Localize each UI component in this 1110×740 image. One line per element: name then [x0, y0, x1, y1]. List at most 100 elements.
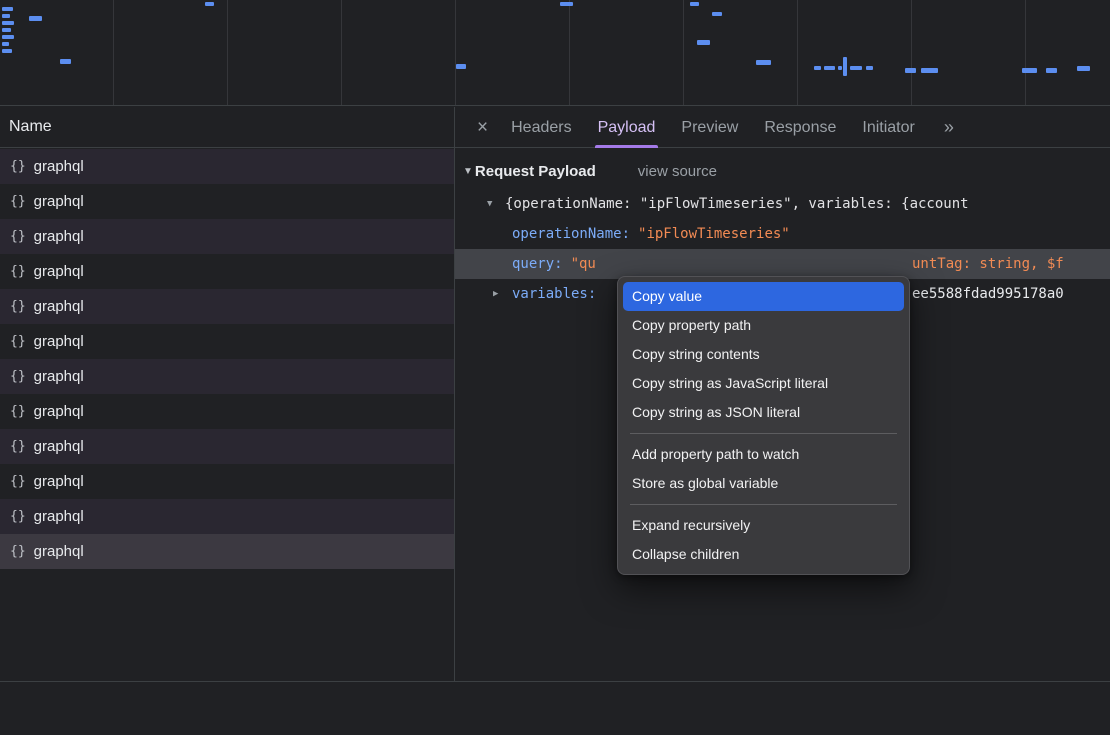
payload-summary-text: {operationName: "ipFlowTimeseries", vari… — [505, 196, 969, 212]
network-overview-timeline[interactable] — [0, 0, 1110, 106]
request-name: graphql — [34, 158, 84, 175]
collapsed-triangle-icon[interactable]: ▶ — [493, 279, 498, 309]
request-row[interactable]: {} graphql — [0, 254, 454, 289]
payload-row-operation-name[interactable]: operationName: "ipFlowTimeseries" — [455, 219, 1110, 249]
timeline-activity-bar — [814, 66, 821, 70]
menu-item-add-property-path-to-watch[interactable]: Add property path to watch — [623, 440, 904, 469]
timeline-activity-bar — [690, 2, 699, 6]
payload-root-row[interactable]: ▼ {operationName: "ipFlowTimeseries", va… — [455, 189, 1110, 219]
json-braces-icon: {} — [10, 159, 26, 174]
property-key: operationName: — [512, 226, 630, 242]
request-row[interactable]: {} graphql — [0, 359, 454, 394]
request-row[interactable]: {} graphql — [0, 464, 454, 499]
request-row[interactable]: {} graphql — [0, 534, 454, 569]
json-braces-icon: {} — [10, 229, 26, 244]
request-row[interactable]: {} graphql — [0, 149, 454, 184]
timeline-activity-bar — [2, 7, 13, 11]
request-row[interactable]: {} graphql — [0, 219, 454, 254]
tab-response[interactable]: Response — [764, 107, 836, 148]
request-row[interactable]: {} graphql — [0, 289, 454, 324]
timeline-activity-bar — [921, 68, 938, 73]
timeline-activity-bar — [2, 28, 11, 32]
tab-payload[interactable]: Payload — [598, 107, 656, 148]
menu-separator — [630, 433, 897, 434]
request-name: graphql — [34, 543, 84, 560]
timeline-activity-bar — [2, 49, 12, 53]
timeline-activity-bar — [205, 2, 214, 6]
request-row[interactable]: {}graphql — [0, 394, 454, 429]
request-name: graphql — [34, 333, 84, 350]
json-braces-icon: {} — [10, 474, 26, 489]
timeline-activity-bar — [1022, 68, 1037, 73]
timeline-activity-bar — [60, 59, 71, 64]
close-icon[interactable]: × — [477, 107, 488, 148]
timeline-activity-bar — [850, 66, 862, 70]
request-name: graphql — [34, 193, 84, 210]
json-braces-icon: {} — [10, 369, 26, 384]
section-title[interactable]: Request Payload — [475, 163, 596, 180]
detail-tabs-bar: × Headers Payload Preview Response Initiator… — [455, 107, 1110, 148]
json-braces-icon: {} — [10, 544, 26, 559]
timeline-activity-bar — [2, 14, 10, 18]
tab-headers[interactable]: Headers — [511, 107, 571, 148]
timeline-activity-bar — [843, 57, 847, 76]
json-braces-icon: {} — [10, 439, 26, 454]
request-name: graphql — [34, 263, 84, 280]
expanded-triangle-icon[interactable]: ▼ — [487, 189, 492, 219]
pane-divider[interactable] — [454, 107, 455, 735]
request-row[interactable]: {} graphql — [0, 429, 454, 464]
timeline-activity-bar — [2, 21, 14, 25]
property-value-continued: ee5588fdad995178a0 — [912, 279, 1064, 309]
timeline-activity-bar — [756, 60, 771, 65]
timeline-activity-bar — [697, 40, 710, 45]
property-value: "ipFlowTimeseries" — [638, 226, 790, 242]
json-braces-icon: {} — [10, 194, 26, 209]
name-column-label: Name — [9, 118, 52, 136]
menu-item-copy-string-as-javascript-literal[interactable]: Copy string as JavaScript literal — [623, 369, 904, 398]
json-braces-icon: {} — [10, 264, 26, 279]
name-column-header[interactable]: Name — [0, 107, 454, 148]
timeline-activity-bar — [1046, 68, 1057, 73]
devtools-network-panel: Name × Headers Payload Preview Response Init… — [0, 0, 1110, 740]
menu-separator — [630, 504, 897, 505]
menu-item-copy-value[interactable]: Copy value — [623, 282, 904, 311]
timeline-activity-bar — [2, 35, 14, 39]
request-name: graphql — [34, 438, 84, 455]
property-key: query: — [512, 256, 563, 272]
request-row[interactable]: {} graphql — [0, 324, 454, 359]
menu-item-copy-string-contents[interactable]: Copy string contents — [623, 340, 904, 369]
request-payload-section-header: ▼ Request Payload view source — [455, 149, 1110, 185]
property-value: "qu — [571, 256, 596, 272]
request-row[interactable]: {}graphql — [0, 499, 454, 534]
timeline-activity-bar — [560, 2, 573, 6]
menu-item-copy-string-as-json-literal[interactable]: Copy string as JSON literal — [623, 398, 904, 427]
request-row[interactable]: {} graphql — [0, 184, 454, 219]
timeline-activity-bar — [905, 68, 916, 73]
request-name: graphql — [34, 403, 84, 420]
tabs-container: Headers Payload Preview Response Initiator — [498, 107, 928, 148]
view-source-link[interactable]: view source — [638, 163, 717, 180]
timeline-activity-bar — [824, 66, 835, 70]
page-edge — [0, 735, 1110, 740]
menu-item-copy-property-path[interactable]: Copy property path — [623, 311, 904, 340]
menu-item-collapse-children[interactable]: Collapse children — [623, 540, 904, 569]
payload-row-query[interactable]: query: "qu untTag: string, $f — [455, 249, 1110, 279]
json-braces-icon: {} — [10, 299, 26, 314]
tab-preview[interactable]: Preview — [681, 107, 738, 148]
request-name: graphql — [34, 473, 84, 490]
json-braces-icon: {} — [10, 334, 26, 349]
section-collapse-triangle-icon[interactable]: ▼ — [463, 166, 473, 177]
timeline-activity-bar — [866, 66, 873, 70]
request-name: graphql — [34, 368, 84, 385]
menu-item-store-as-global-variable[interactable]: Store as global variable — [623, 469, 904, 498]
property-value-continued: untTag: string, $f — [912, 249, 1064, 279]
tab-initiator[interactable]: Initiator — [862, 107, 914, 148]
more-tabs-icon[interactable]: » — [944, 117, 953, 138]
request-name: graphql — [34, 228, 84, 245]
property-key: variables: — [512, 286, 596, 302]
request-name: graphql — [34, 298, 84, 315]
request-list: {} graphql {} graphql {} graphql {} graphql {} gr… — [0, 149, 454, 681]
menu-item-expand-recursively[interactable]: Expand recursively — [623, 511, 904, 540]
context-menu: Copy valueCopy property pathCopy string … — [617, 276, 910, 575]
status-bar — [0, 681, 1110, 735]
